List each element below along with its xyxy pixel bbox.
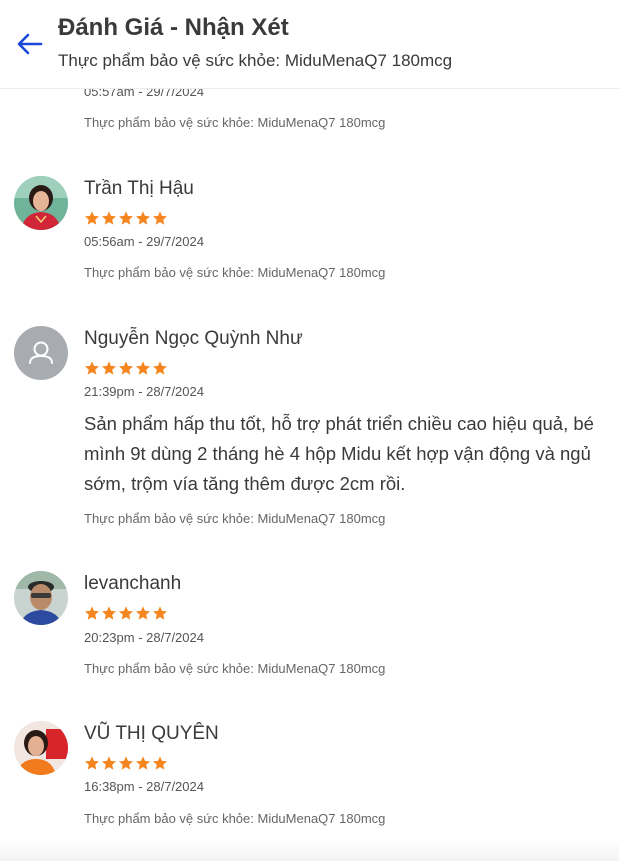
- arrow-left-icon: [17, 33, 43, 55]
- page-title: Đánh Giá - Nhận Xét: [58, 14, 289, 41]
- star-rating: [84, 605, 168, 621]
- review-product: Thực phẩm bảo vệ sức khỏe: MiduMenaQ7 18…: [84, 115, 386, 130]
- star-icon: [119, 756, 133, 770]
- review-product: Thực phẩm bảo vệ sức khỏe: MiduMenaQ7 18…: [84, 511, 386, 526]
- star-icon: [136, 606, 150, 620]
- bottom-fade: [0, 839, 619, 861]
- star-icon: [102, 211, 116, 225]
- star-icon: [85, 606, 99, 620]
- star-icon: [153, 756, 167, 770]
- review-text: Sản phẩm hấp thu tốt, hỗ trợ phát triển …: [84, 413, 594, 494]
- user-placeholder-icon: [29, 341, 53, 364]
- star-icon: [119, 361, 133, 375]
- avatar-photo: [14, 571, 68, 625]
- star-rating: [84, 755, 168, 771]
- star-icon: [153, 361, 167, 375]
- reviewer-name: Nguyễn Ngọc Quỳnh Như: [84, 328, 303, 349]
- star-icon: [85, 361, 99, 375]
- star-icon: [153, 211, 167, 225]
- star-icon: [119, 606, 133, 620]
- reviewer-name: Trần Thị Hậu: [84, 178, 194, 199]
- avatar[interactable]: [14, 326, 68, 380]
- reviewer-name: VŨ THỊ QUYÊN: [84, 723, 219, 744]
- star-icon: [136, 361, 150, 375]
- star-rating: [84, 360, 168, 376]
- star-icon: [85, 211, 99, 225]
- reviewer-name: levanchanh: [84, 573, 182, 594]
- star-icon: [136, 211, 150, 225]
- star-icon: [85, 756, 99, 770]
- star-icon: [102, 756, 116, 770]
- review-product: Thực phẩm bảo vệ sức khỏe: MiduMenaQ7 18…: [84, 265, 386, 280]
- star-icon: [102, 361, 116, 375]
- review-time: 05:56am - 29/7/2024: [84, 234, 204, 249]
- star-icon: [153, 606, 167, 620]
- page-subtitle: Thực phẩm bảo vệ sức khỏe: MiduMenaQ7 18…: [58, 51, 453, 70]
- back-button[interactable]: [14, 28, 46, 60]
- review-product: Thực phẩm bảo vệ sức khỏe: MiduMenaQ7 18…: [84, 811, 386, 826]
- review-time: 21:39pm - 28/7/2024: [84, 384, 204, 399]
- reviews-page: 05:57am - 29/7/2024 Thực phẩm bảo vệ sức…: [0, 0, 619, 861]
- review-time: 16:38pm - 28/7/2024: [84, 779, 204, 794]
- avatar[interactable]: [14, 571, 68, 625]
- star-rating: [84, 210, 168, 226]
- app-header: Đánh Giá - Nhận Xét Thực phẩm bảo vệ sức…: [0, 0, 619, 89]
- review-product: Thực phẩm bảo vệ sức khỏe: MiduMenaQ7 18…: [84, 661, 386, 676]
- avatar[interactable]: [14, 721, 68, 775]
- star-icon: [119, 211, 133, 225]
- review-time: 20:23pm - 28/7/2024: [84, 630, 204, 645]
- star-icon: [136, 756, 150, 770]
- avatar[interactable]: [14, 176, 68, 230]
- avatar-photo: [14, 721, 68, 775]
- star-icon: [102, 606, 116, 620]
- avatar-photo: [14, 176, 68, 230]
